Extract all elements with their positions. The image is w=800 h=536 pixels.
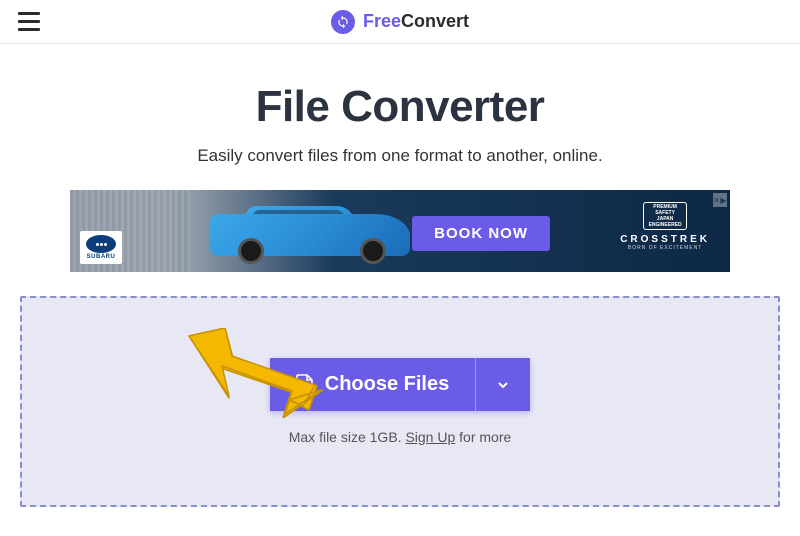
chevron-down-icon <box>496 378 510 392</box>
choose-files-button[interactable]: Choose Files <box>270 358 475 411</box>
ad-model-info: PREMIUM SAFETY JAPAN ENGINEERED CROSSTRE… <box>620 202 710 251</box>
page-title: File Converter <box>20 82 780 132</box>
ad-brand-badge: SUBARU <box>80 231 122 264</box>
brand-logo[interactable]: FreeConvert <box>331 10 469 34</box>
file-size-hint: Max file size 1GB. Sign Up for more <box>42 429 758 445</box>
refresh-icon <box>331 10 355 34</box>
file-dropzone[interactable]: Choose Files Max file size 1GB. Sign Up … <box>20 296 780 507</box>
brand-text: FreeConvert <box>363 11 469 32</box>
ad-car-image <box>210 204 410 266</box>
ad-cta-button[interactable]: BOOK NOW <box>412 216 550 251</box>
choose-files-label: Choose Files <box>325 373 449 396</box>
page-subtitle: Easily convert files from one format to … <box>20 146 780 166</box>
file-add-icon <box>296 374 314 396</box>
signup-link[interactable]: Sign Up <box>405 429 455 445</box>
choose-files-dropdown[interactable] <box>475 358 530 411</box>
menu-icon[interactable] <box>18 12 40 31</box>
ad-close-icon[interactable]: ✕▶ <box>713 193 727 207</box>
ad-banner[interactable]: SUBARU BOOK NOW PREMIUM SAFETY JAPAN ENG… <box>70 190 730 272</box>
